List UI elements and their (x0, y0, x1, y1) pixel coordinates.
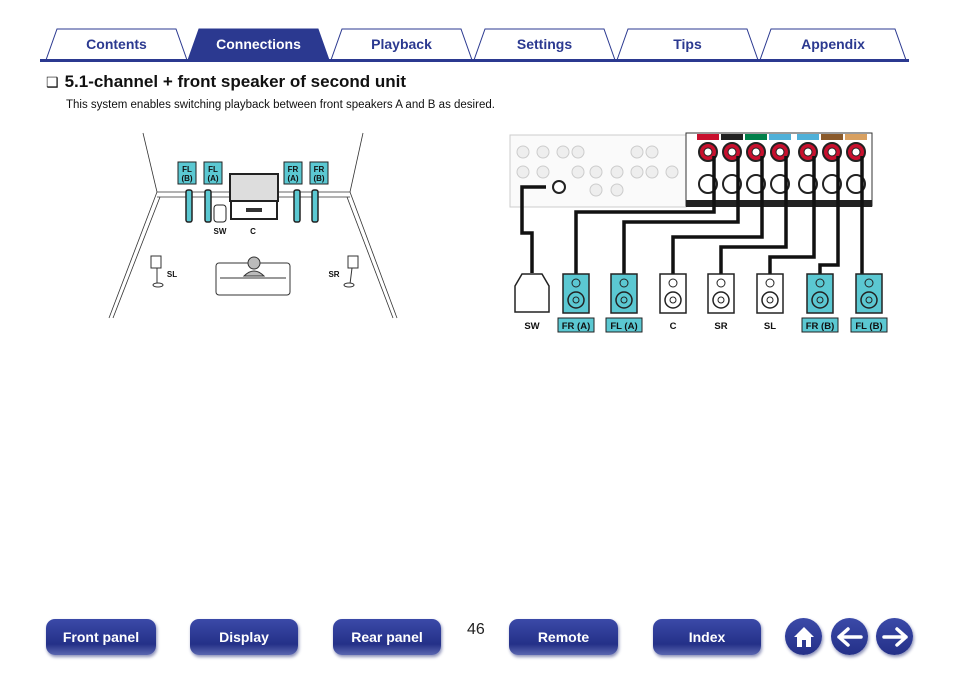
front-panel-button[interactable]: Front panel (46, 619, 156, 655)
terminal-plus-core (727, 147, 737, 157)
remote-button[interactable]: Remote (509, 619, 618, 655)
terminal-plus-core (851, 147, 861, 157)
terminal-plus-core (775, 147, 785, 157)
display-button[interactable]: Display (190, 619, 298, 655)
terminal-plus-core (827, 147, 837, 157)
channel-band (821, 134, 843, 140)
speaker-label: SW (524, 321, 539, 332)
speaker-icon (707, 273, 735, 314)
speaker-label: SR (714, 321, 727, 332)
index-button[interactable]: Index (653, 619, 761, 655)
arrow-right-icon (881, 626, 908, 647)
speaker-label: C (670, 321, 677, 332)
forward-button[interactable] (876, 618, 913, 655)
terminal-plus-core (751, 147, 761, 157)
speaker-icon (806, 273, 834, 314)
channel-band (745, 134, 767, 140)
speaker-label: FL (A) (610, 321, 637, 332)
channel-band (769, 134, 791, 140)
channel-band (697, 134, 719, 140)
speaker-label: FR (A) (562, 321, 591, 332)
terminal-plus-core (703, 147, 713, 157)
arrow-left-icon (836, 626, 863, 647)
page-number: 46 (467, 621, 485, 638)
rear-panel-button[interactable]: Rear panel (333, 619, 441, 655)
speaker-label: FR (B) (806, 321, 835, 332)
home-button[interactable] (785, 618, 822, 655)
subwoofer-icon (514, 273, 550, 313)
speaker-icon (659, 273, 687, 314)
channel-band (721, 134, 743, 140)
speaker-icon (855, 273, 883, 314)
wiring-diagram: SW FR (A) FL (A) C SR SL FR (B) FL (B) (509, 132, 888, 333)
home-icon (793, 626, 814, 647)
speaker-icon (562, 273, 590, 314)
channel-band (845, 134, 867, 140)
terminal-plus-core (803, 147, 813, 157)
speaker-label: FL (B) (855, 321, 882, 332)
receiver-rear-panel (509, 132, 873, 208)
channel-band (797, 134, 819, 140)
back-button[interactable] (831, 618, 868, 655)
speaker-icon (756, 273, 784, 314)
speaker-icon (610, 273, 638, 314)
speaker-label: SL (764, 321, 776, 332)
